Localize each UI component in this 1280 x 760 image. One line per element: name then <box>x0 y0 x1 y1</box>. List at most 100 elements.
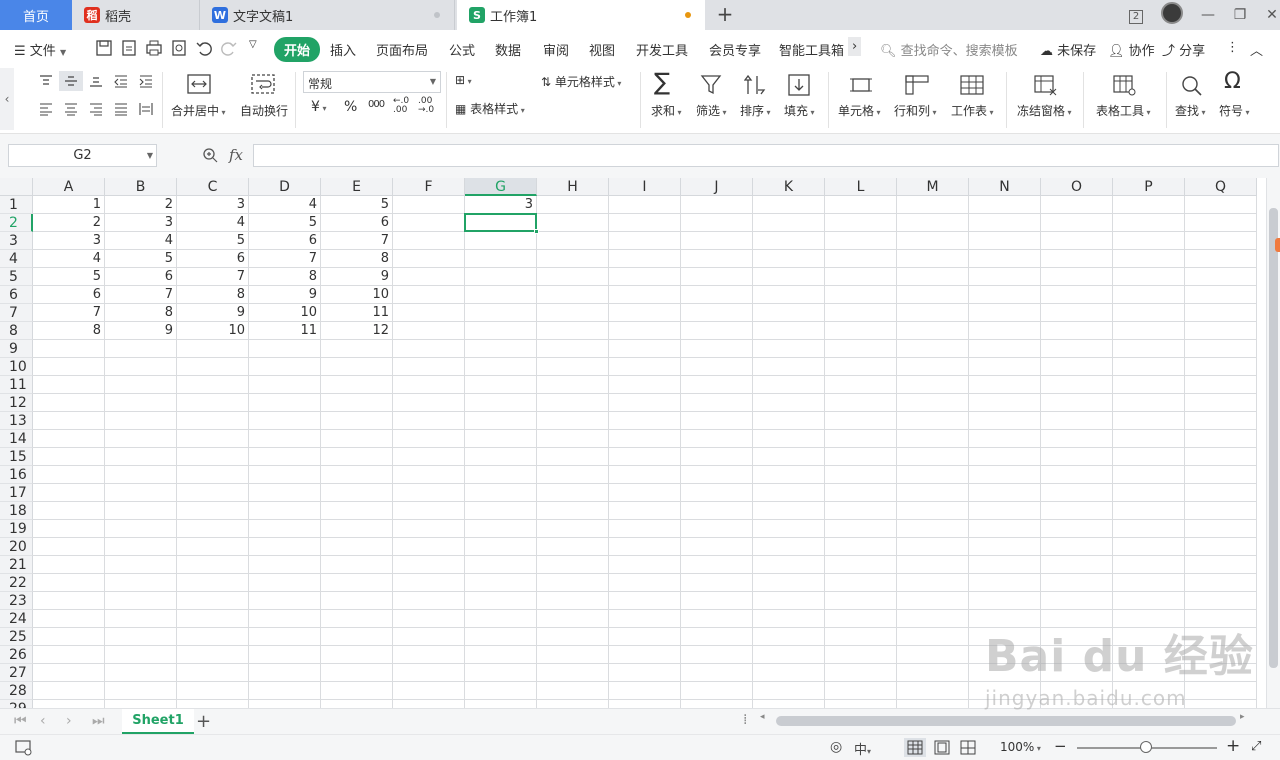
cell-A25[interactable] <box>33 628 105 646</box>
cell-G16[interactable] <box>465 466 537 484</box>
cell-F25[interactable] <box>393 628 465 646</box>
cell-M4[interactable] <box>897 250 969 268</box>
wrap-text-button[interactable]: 自动换行 <box>240 102 288 119</box>
cell-P5[interactable] <box>1113 268 1185 286</box>
tab-data[interactable]: 数据 <box>495 40 521 59</box>
cell-H5[interactable] <box>537 268 609 286</box>
cell-Q20[interactable] <box>1185 538 1257 556</box>
cell-L6[interactable] <box>825 286 897 304</box>
cell-D27[interactable] <box>249 664 321 682</box>
cell-E26[interactable] <box>321 646 393 664</box>
row-header[interactable]: 19 <box>0 520 33 538</box>
zoom-level[interactable]: 100% ▾ <box>1000 740 1041 754</box>
cell-G29[interactable] <box>465 700 537 708</box>
active-cell-selection[interactable] <box>464 213 537 232</box>
cell-B20[interactable] <box>105 538 177 556</box>
cell-J10[interactable] <box>681 358 753 376</box>
cell-F3[interactable] <box>393 232 465 250</box>
column-header[interactable]: N <box>969 178 1041 196</box>
more-options-icon[interactable]: ⋮ <box>1226 40 1239 55</box>
cell-D2[interactable]: 5 <box>249 214 321 232</box>
cell-B29[interactable] <box>105 700 177 708</box>
cell-J28[interactable] <box>681 682 753 700</box>
cell-A15[interactable] <box>33 448 105 466</box>
cell-L9[interactable] <box>825 340 897 358</box>
cell-C12[interactable] <box>177 394 249 412</box>
cell-E28[interactable] <box>321 682 393 700</box>
cell-A27[interactable] <box>33 664 105 682</box>
cell-M6[interactable] <box>897 286 969 304</box>
justify-icon[interactable] <box>113 102 129 116</box>
cell-M18[interactable] <box>897 502 969 520</box>
cell-P19[interactable] <box>1113 520 1185 538</box>
cell-B24[interactable] <box>105 610 177 628</box>
cell-O8[interactable] <box>1041 322 1113 340</box>
cell-O4[interactable] <box>1041 250 1113 268</box>
cell-F23[interactable] <box>393 592 465 610</box>
cell-A2[interactable]: 2 <box>33 214 105 232</box>
distributed-align-icon[interactable] <box>138 102 154 116</box>
cell-B2[interactable]: 3 <box>105 214 177 232</box>
cell-C15[interactable] <box>177 448 249 466</box>
cell-C7[interactable]: 9 <box>177 304 249 322</box>
cell-I9[interactable] <box>609 340 681 358</box>
cell-L20[interactable] <box>825 538 897 556</box>
cell-P17[interactable] <box>1113 484 1185 502</box>
cell-N12[interactable] <box>969 394 1041 412</box>
select-all-corner[interactable] <box>0 178 33 196</box>
cell-M26[interactable] <box>897 646 969 664</box>
cell-icon[interactable] <box>849 75 873 95</box>
cell-E7[interactable]: 11 <box>321 304 393 322</box>
cell-C29[interactable] <box>177 700 249 708</box>
cell-I19[interactable] <box>609 520 681 538</box>
scroll-left-icon[interactable]: ◂ <box>760 712 765 722</box>
cell-Q16[interactable] <box>1185 466 1257 484</box>
name-box[interactable]: G2 ▼ <box>8 144 157 167</box>
cell-H6[interactable] <box>537 286 609 304</box>
cell-A11[interactable] <box>33 376 105 394</box>
cell-N5[interactable] <box>969 268 1041 286</box>
cell-G22[interactable] <box>465 574 537 592</box>
cell-Q11[interactable] <box>1185 376 1257 394</box>
cell-M2[interactable] <box>897 214 969 232</box>
cell-D11[interactable] <box>249 376 321 394</box>
vertical-scroll-thumb[interactable] <box>1269 208 1278 668</box>
cell-E3[interactable]: 7 <box>321 232 393 250</box>
cell-N1[interactable] <box>969 196 1041 214</box>
row-header[interactable]: 29 <box>0 700 33 708</box>
cell-F21[interactable] <box>393 556 465 574</box>
cell-B13[interactable] <box>105 412 177 430</box>
cell-N17[interactable] <box>969 484 1041 502</box>
cell-N16[interactable] <box>969 466 1041 484</box>
cell-N6[interactable] <box>969 286 1041 304</box>
freeze-panes-icon[interactable] <box>1034 75 1058 97</box>
cell-F1[interactable] <box>393 196 465 214</box>
cell-L26[interactable] <box>825 646 897 664</box>
cell-D4[interactable]: 7 <box>249 250 321 268</box>
cell-O5[interactable] <box>1041 268 1113 286</box>
row-header[interactable]: 10 <box>0 358 33 376</box>
tab-daoke[interactable]: 稻 稻壳 <box>72 0 200 30</box>
cell-L19[interactable] <box>825 520 897 538</box>
cell-J18[interactable] <box>681 502 753 520</box>
file-menu[interactable]: ☰ 文件 ▼ <box>14 40 66 59</box>
align-center-icon[interactable] <box>63 102 79 116</box>
cell-F28[interactable] <box>393 682 465 700</box>
cell-A16[interactable] <box>33 466 105 484</box>
ribbon-scroll-left-icon[interactable]: ‹ <box>0 68 14 130</box>
avatar[interactable] <box>1152 2 1192 28</box>
decrease-decimal-icon[interactable]: .00 →.0 <box>418 97 434 115</box>
cell-L25[interactable] <box>825 628 897 646</box>
cell-J8[interactable] <box>681 322 753 340</box>
cell-E20[interactable] <box>321 538 393 556</box>
cell-I28[interactable] <box>609 682 681 700</box>
cell-G24[interactable] <box>465 610 537 628</box>
cell-K25[interactable] <box>753 628 825 646</box>
cell-D3[interactable]: 6 <box>249 232 321 250</box>
cell-A17[interactable] <box>33 484 105 502</box>
row-header[interactable]: 14 <box>0 430 33 448</box>
formula-input[interactable] <box>253 144 1279 167</box>
cell-J22[interactable] <box>681 574 753 592</box>
column-header[interactable]: F <box>393 178 465 196</box>
cell-J29[interactable] <box>681 700 753 708</box>
